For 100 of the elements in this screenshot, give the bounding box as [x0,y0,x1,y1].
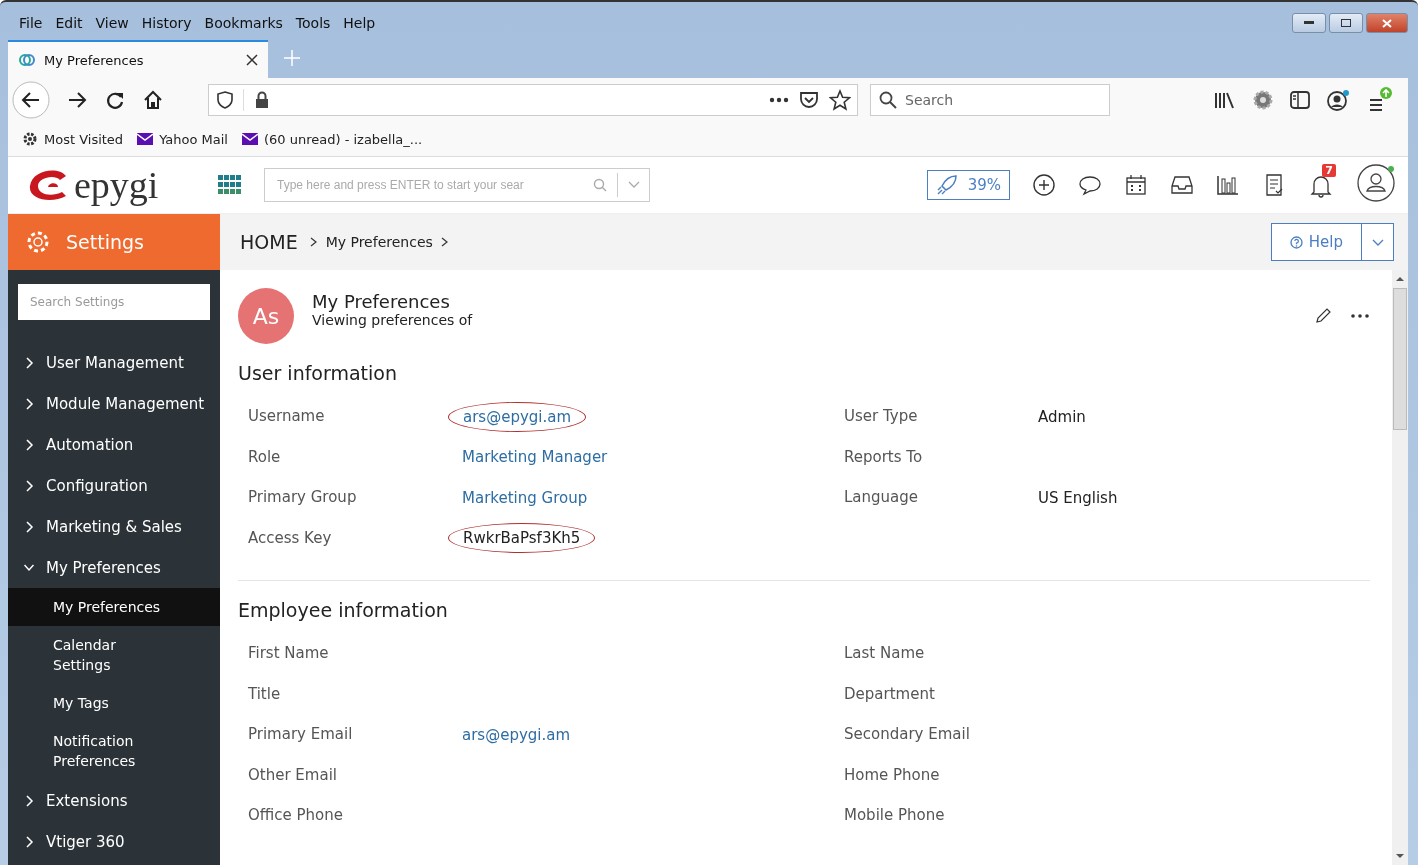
close-button[interactable] [1366,13,1408,33]
avatar: As [238,288,294,344]
menu-item[interactable]: View [90,15,134,31]
search-icon [593,178,607,192]
scroll-down-icon[interactable] [1396,853,1404,859]
menu-item[interactable]: Tools [290,15,336,31]
maximize-button[interactable] [1329,13,1363,33]
browser-tab[interactable]: My Preferences [8,40,268,78]
scroll-up-icon[interactable] [1396,276,1404,282]
settings-title: Settings [66,231,144,253]
menu-item[interactable]: File [14,15,48,31]
help-icon [1289,235,1303,249]
bookmark-item[interactable]: Yahoo Mail [137,131,228,147]
scrollbar[interactable] [1392,270,1408,865]
close-icon[interactable] [246,54,258,66]
caret-icon [1371,238,1384,247]
add-icon[interactable] [1032,173,1056,197]
sidebar-item[interactable]: Module Management [8,383,220,424]
site-icon [18,51,36,69]
sidebar-subitem[interactable]: Calendar Settings [8,626,183,684]
global-search-field[interactable]: Type here and press ENTER to start your sear [264,168,650,202]
more-icon[interactable] [1350,313,1370,319]
field-label: Last Name [844,644,926,663]
scrollbar-thumb[interactable] [1393,288,1407,430]
notification-count: 7 [1322,164,1336,177]
sidebar-icon[interactable] [1290,91,1310,109]
chat-icon[interactable] [1078,173,1102,197]
star-icon[interactable] [829,89,851,111]
rocket-icon [935,174,958,196]
library-icon[interactable] [1214,91,1236,109]
field-value: Admin [1038,407,1086,426]
sidebar-item[interactable]: Configuration [8,465,220,506]
field-label: Title [248,684,282,703]
minimize-button[interactable] [1292,13,1326,33]
home-icon[interactable] [142,89,164,111]
section-title: Employee information [238,599,449,621]
menu-item[interactable]: History [136,15,197,31]
field-label: Primary Email [248,725,354,744]
field-label: Access Key [248,528,333,547]
field-label: Other Email [248,765,338,784]
app-grid-icon[interactable] [218,173,242,197]
bookmark-item[interactable]: Most Visited [22,131,124,147]
field-link[interactable]: Marketing Group [462,488,588,507]
inbox-icon[interactable] [1170,173,1194,197]
bar-chart-icon[interactable] [1216,173,1240,197]
sidebar-item[interactable]: Vtiger 360 [8,821,220,862]
edit-icon[interactable] [1314,307,1332,325]
chevron-icon [24,835,34,848]
field-value: US English [1038,488,1118,507]
field-label: Language [844,488,920,507]
sidebar-item[interactable]: Extensions [8,780,220,821]
tab-title: My Preferences [44,52,145,68]
chevron-icon [24,479,34,492]
chevron-icon [24,520,34,533]
field-label: Reports To [844,447,924,466]
sidebar-item[interactable]: User Management [8,342,220,383]
menu-item[interactable]: Bookmarks [199,15,288,31]
maximize-icon [1341,19,1351,27]
address-bar[interactable] [208,84,858,116]
field-label: User Type [844,407,919,426]
gear-icon[interactable] [1252,89,1274,111]
breadcrumb-link[interactable]: My Preferences [325,234,433,250]
chevron-icon [24,397,34,410]
calendar-icon[interactable] [1124,173,1148,197]
record-subtitle: Viewing preferences of [312,311,473,328]
breadcrumb-link[interactable]: HOME [240,231,298,253]
menu-item[interactable]: Edit [50,15,88,31]
chevron-icon [24,438,34,451]
menu-item[interactable]: Help [338,15,381,31]
field-link[interactable]: ars@epygi.am [462,725,571,744]
user-avatar-icon[interactable] [1356,163,1396,203]
bookmark-item[interactable]: (60 unread) - izabella_... [241,131,423,147]
field-link[interactable]: Marketing Manager [462,448,608,467]
shield-icon [217,91,233,109]
sidebar-subitem[interactable]: My Tags [8,684,183,722]
back-icon[interactable] [12,81,50,119]
pocket-icon[interactable] [799,90,819,110]
search-icon [879,91,897,109]
field-label: Primary Group [248,488,358,507]
settings-search-field[interactable]: Search Settings [18,284,210,320]
field-label: Username [248,407,326,426]
field-label: First Name [248,644,330,663]
chevron-icon [309,237,318,247]
search-field[interactable]: Search [870,84,1110,116]
more-icon[interactable] [769,97,789,103]
sidebar-item[interactable]: Automation [8,424,220,465]
progress-button[interactable]: 39% [926,170,1010,200]
sidebar-subitem[interactable]: My Preferences [8,588,220,626]
field-label: Home Phone [844,765,941,784]
field-label: Office Phone [248,806,345,825]
lock-icon [254,91,270,109]
chevron-icon [440,237,449,247]
field-label: Mobile Phone [844,806,946,825]
sidebar-item[interactable]: Marketing & Sales [8,506,220,547]
account-icon[interactable] [1326,89,1350,111]
chevron-icon [24,794,34,807]
sidebar-subitem[interactable]: Notification Preferences [8,722,183,780]
record-title: My Preferences [312,290,451,312]
sidebar-item[interactable]: My Preferences [8,547,220,588]
chevron-icon [24,356,34,369]
